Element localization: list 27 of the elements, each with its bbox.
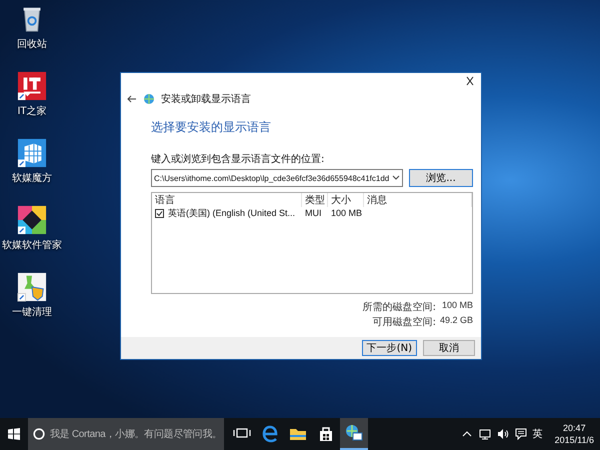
desktop-icon-label[interactable]: 回收站 [17,37,47,51]
column-header[interactable]: 语言 [152,193,302,207]
dialog-title: 安装或卸载显示语言 [161,92,251,106]
clock-date[interactable]: 2015/11/6 [554,434,594,446]
language-cell: 英语(美国) (English (United St... [168,206,296,220]
disk-space-label: 所需的磁盘空间: [362,300,436,314]
page-heading: 选择要安装的显示语言 [151,119,272,136]
column-header[interactable]: 类型 [302,193,328,207]
dialog-button[interactable]: 下一步(N) [362,340,417,356]
desktop-icon-label[interactable]: 软媒软件管家 [2,238,62,252]
clock-time[interactable]: 20:47 [563,422,586,434]
disk-space-value: 100 MB [440,300,473,312]
path-label: 键入或浏览到包含显示语言文件的位置: [151,152,326,166]
input-language-indicator[interactable]: 英 [532,427,543,441]
desktop-icon-label[interactable]: 一键清理 [12,305,52,319]
disk-space-label: 可用磁盘空间: [372,316,436,329]
desktop-icon-label[interactable]: IT之家 [17,104,47,118]
size-cell-text: 100 MB [330,208,364,218]
column-header[interactable]: 大小 [328,193,364,207]
type-cell-text: MUI [304,208,322,218]
column-header[interactable]: 消息 [364,193,472,207]
search-field[interactable]: 我是 Cortana，小娜。有问题尽管问我。 [28,418,224,450]
disk-space-value: 49.2 GB [440,315,473,327]
path-combobox[interactable]: C:\Users\ithome.com\Desktop\lp_cde3e6fcf3e36d655948c41fc1dd [151,169,403,187]
browse-button[interactable]: 浏览... [409,169,473,187]
dialog-button[interactable]: 取消 [423,340,475,356]
desktop-icon-label[interactable]: 软媒魔方 [12,171,52,185]
